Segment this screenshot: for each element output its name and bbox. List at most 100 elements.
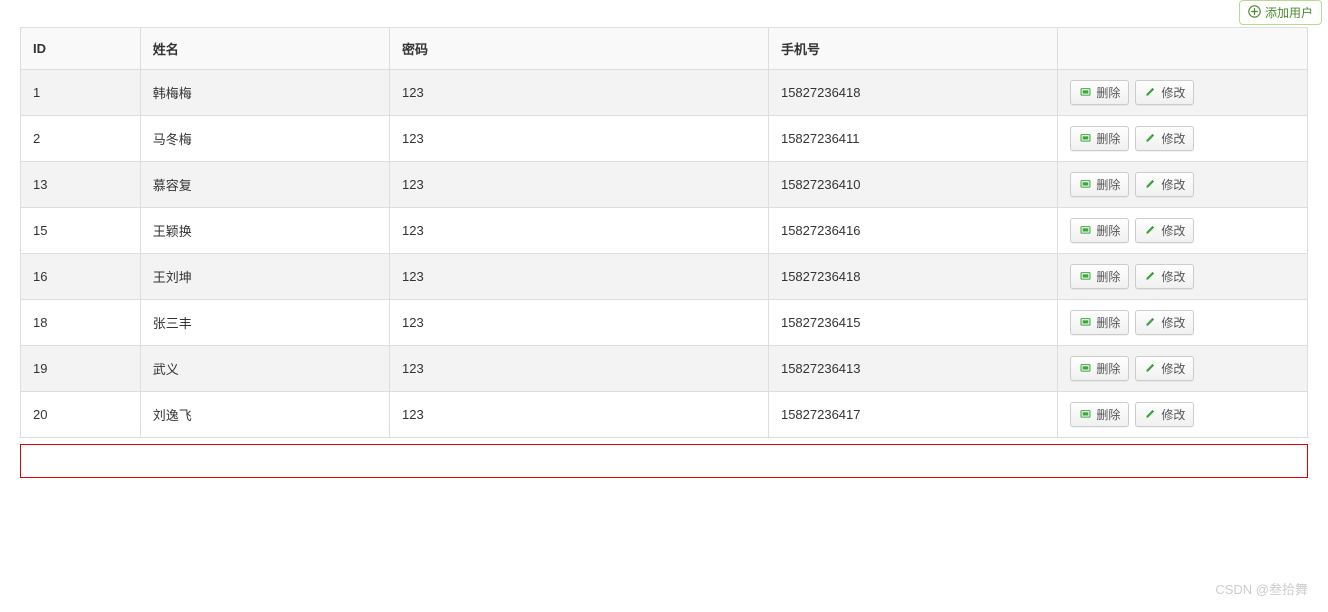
- table-row: 19武义12315827236413 删除 修改: [21, 346, 1308, 392]
- delete-icon: [1079, 269, 1092, 285]
- cell-phone: 15827236410: [768, 162, 1057, 208]
- cell-phone: 15827236415: [768, 300, 1057, 346]
- cell-actions: 删除 修改: [1058, 392, 1308, 438]
- delete-button[interactable]: 删除: [1070, 264, 1129, 289]
- cell-phone: 15827236417: [768, 392, 1057, 438]
- delete-label: 删除: [1096, 222, 1120, 239]
- delete-icon: [1079, 177, 1092, 193]
- edit-label: 修改: [1161, 360, 1185, 377]
- pencil-icon: [1144, 131, 1157, 147]
- add-user-label: 添加用户: [1265, 4, 1313, 21]
- cell-name: 张三丰: [140, 300, 389, 346]
- cell-name: 刘逸飞: [140, 392, 389, 438]
- pencil-icon: [1144, 269, 1157, 285]
- cell-actions: 删除 修改: [1058, 162, 1308, 208]
- cell-phone: 15827236416: [768, 208, 1057, 254]
- cell-phone: 15827236413: [768, 346, 1057, 392]
- cell-phone: 15827236418: [768, 254, 1057, 300]
- cell-name: 马冬梅: [140, 116, 389, 162]
- cell-password: 123: [390, 392, 769, 438]
- delete-button[interactable]: 删除: [1070, 126, 1129, 151]
- cell-phone: 15827236418: [768, 70, 1057, 116]
- cell-id: 19: [21, 346, 141, 392]
- edit-label: 修改: [1161, 406, 1185, 423]
- cell-id: 15: [21, 208, 141, 254]
- edit-button[interactable]: 修改: [1135, 126, 1194, 151]
- cell-password: 123: [390, 300, 769, 346]
- watermark: CSDN @叁拾舞: [1215, 579, 1308, 598]
- cell-id: 1: [21, 70, 141, 116]
- pencil-icon: [1144, 85, 1157, 101]
- add-user-button[interactable]: 添加用户: [1239, 0, 1322, 25]
- delete-label: 删除: [1096, 406, 1120, 423]
- delete-button[interactable]: 删除: [1070, 218, 1129, 243]
- delete-button[interactable]: 删除: [1070, 356, 1129, 381]
- cell-password: 123: [390, 208, 769, 254]
- delete-icon: [1079, 361, 1092, 377]
- delete-icon: [1079, 407, 1092, 423]
- cell-actions: 删除 修改: [1058, 300, 1308, 346]
- edit-button[interactable]: 修改: [1135, 80, 1194, 105]
- cell-password: 123: [390, 70, 769, 116]
- edit-button[interactable]: 修改: [1135, 356, 1194, 381]
- table-row: 15王颖换12315827236416 删除 修改: [21, 208, 1308, 254]
- cell-actions: 删除 修改: [1058, 346, 1308, 392]
- edit-label: 修改: [1161, 84, 1185, 101]
- cell-password: 123: [390, 162, 769, 208]
- table-row: 20刘逸飞12315827236417 删除 修改: [21, 392, 1308, 438]
- user-table: ID 姓名 密码 手机号 1韩梅梅12315827236418删除修改2马冬梅1…: [20, 27, 1308, 438]
- delete-label: 删除: [1096, 176, 1120, 193]
- edit-label: 修改: [1161, 222, 1185, 239]
- edit-button[interactable]: 修改: [1135, 310, 1194, 335]
- cell-actions: 删除 修改: [1058, 70, 1308, 116]
- table-row: 2马冬梅12315827236411 删除 修改: [21, 116, 1308, 162]
- delete-label: 删除: [1096, 130, 1120, 147]
- delete-label: 删除: [1096, 84, 1120, 101]
- cell-name: 王刘坤: [140, 254, 389, 300]
- pencil-icon: [1144, 315, 1157, 331]
- cell-name: 韩梅梅: [140, 70, 389, 116]
- cell-actions: 删除 修改: [1058, 208, 1308, 254]
- delete-label: 删除: [1096, 268, 1120, 285]
- pencil-icon: [1144, 407, 1157, 423]
- cell-name: 王颖换: [140, 208, 389, 254]
- cell-name: 武义: [140, 346, 389, 392]
- th-id: ID: [21, 28, 141, 70]
- table-row: 13慕容复12315827236410删除修改: [21, 162, 1308, 208]
- pencil-icon: [1144, 361, 1157, 377]
- cell-name: 慕容复: [140, 162, 389, 208]
- edit-button[interactable]: 修改: [1135, 402, 1194, 427]
- cell-actions: 删除 修改: [1058, 254, 1308, 300]
- edit-button[interactable]: 修改: [1135, 218, 1194, 243]
- cell-id: 18: [21, 300, 141, 346]
- edit-label: 修改: [1161, 130, 1185, 147]
- pencil-icon: [1144, 177, 1157, 193]
- pencil-icon: [1144, 223, 1157, 239]
- plus-circle-icon: [1248, 5, 1261, 21]
- cell-password: 123: [390, 116, 769, 162]
- edit-button[interactable]: 修改: [1135, 264, 1194, 289]
- cell-password: 123: [390, 254, 769, 300]
- delete-icon: [1079, 315, 1092, 331]
- edit-label: 修改: [1161, 314, 1185, 331]
- cell-id: 20: [21, 392, 141, 438]
- edit-label: 修改: [1161, 268, 1185, 285]
- delete-label: 删除: [1096, 360, 1120, 377]
- cell-id: 16: [21, 254, 141, 300]
- cell-phone: 15827236411: [768, 116, 1057, 162]
- table-row: 18张三丰12315827236415 删除 修改: [21, 300, 1308, 346]
- cell-password: 123: [390, 346, 769, 392]
- delete-icon: [1079, 85, 1092, 101]
- delete-button[interactable]: 删除: [1070, 402, 1129, 427]
- th-actions: [1058, 28, 1308, 70]
- delete-button[interactable]: 删除: [1070, 310, 1129, 335]
- delete-icon: [1079, 223, 1092, 239]
- delete-button[interactable]: 删除: [1070, 80, 1129, 105]
- edit-button[interactable]: 修改: [1135, 172, 1194, 197]
- delete-button[interactable]: 删除: [1070, 172, 1129, 197]
- th-password: 密码: [390, 28, 769, 70]
- edit-label: 修改: [1161, 176, 1185, 193]
- cell-id: 2: [21, 116, 141, 162]
- delete-label: 删除: [1096, 314, 1120, 331]
- th-phone: 手机号: [768, 28, 1057, 70]
